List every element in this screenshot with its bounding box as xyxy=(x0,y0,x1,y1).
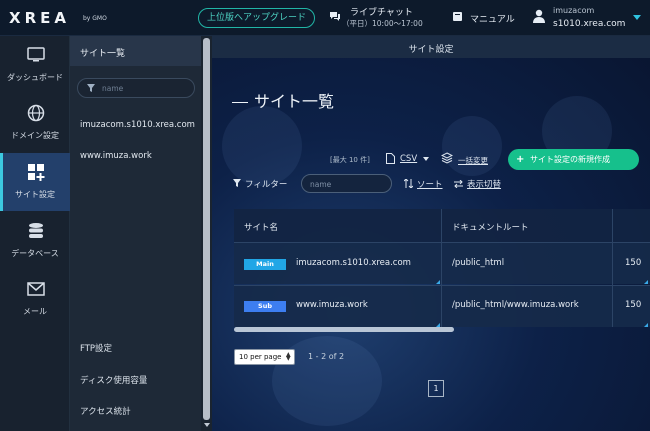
user-name[interactable]: imuzacom xyxy=(553,6,594,15)
docroot-cell: /public_html/www.imuza.work xyxy=(452,300,579,310)
database-icon xyxy=(29,223,43,238)
extra-cell: 150 xyxy=(625,258,642,268)
site-table: サイト名 ドキュメントルート Main imuzacom.s1010.xrea.… xyxy=(234,209,650,327)
main-bar-title: サイト設定 xyxy=(408,45,454,55)
page-title: サイト一覧 xyxy=(232,88,334,112)
grid-plus-icon xyxy=(28,164,45,181)
plus-icon: + xyxy=(516,154,525,165)
disk-usage-link[interactable]: ディスク使用容量 xyxy=(80,374,147,386)
chat-hours: （平日）10:00～17:00 xyxy=(342,19,423,28)
max-count-note: [最大 10 件] xyxy=(330,156,370,164)
csv-button[interactable]: CSV xyxy=(400,154,417,164)
user-server[interactable]: s1010.xrea.com xyxy=(553,19,625,29)
background-glow xyxy=(222,106,302,186)
manual-link[interactable]: マニュアル xyxy=(470,12,515,25)
subnav-title: サイト一覧 xyxy=(80,49,126,59)
table-header: サイト名 ドキュメントルート xyxy=(234,209,650,242)
book-icon[interactable] xyxy=(452,11,463,22)
page-number-button[interactable]: 1 xyxy=(428,380,444,397)
chevron-down-icon[interactable] xyxy=(423,157,429,161)
nav-item-database[interactable]: データベース xyxy=(0,212,70,270)
file-icon[interactable] xyxy=(386,153,395,164)
subnav-site-link[interactable]: www.imuza.work xyxy=(80,151,152,161)
filter-label: フィルター xyxy=(245,180,288,190)
nav-label: サイト設定 xyxy=(15,190,55,199)
nav-item-domain[interactable]: ドメイン設定 xyxy=(0,94,70,152)
table-row[interactable]: Main imuzacom.s1010.xrea.com /public_htm… xyxy=(234,242,650,284)
swap-icon[interactable] xyxy=(454,180,463,188)
monitor-icon xyxy=(27,47,45,62)
sub-badge: Sub xyxy=(244,301,286,312)
ftp-settings-link[interactable]: FTP設定 xyxy=(80,342,112,354)
table-row[interactable]: Sub www.imuza.work /public_html/www.imuz… xyxy=(234,285,650,327)
main-panel: サイト設定 サイト一覧 [最大 10 件] CSV 一括変更 + サイト設定の新… xyxy=(212,36,650,431)
bulk-edit-button[interactable]: 一括変更 xyxy=(458,155,488,166)
create-site-button[interactable]: + サイト設定の新規作成 xyxy=(508,149,639,170)
site-filter[interactable] xyxy=(301,174,392,193)
main-nav-rail: ダッシュボード ドメイン設定 サイト設定 データベース メール xyxy=(0,36,70,431)
main-title-bar: サイト設定 xyxy=(212,36,650,58)
create-site-label: サイト設定の新規作成 xyxy=(530,155,610,164)
sort-button[interactable]: ソート xyxy=(417,178,443,190)
corner-marker xyxy=(644,323,648,327)
site-name-cell[interactable]: www.imuza.work xyxy=(296,300,368,310)
mail-icon xyxy=(27,282,45,296)
chat-icon[interactable] xyxy=(329,11,341,21)
background-glow xyxy=(442,116,502,176)
site-filter-input[interactable] xyxy=(310,178,386,190)
nav-item-site[interactable]: サイト設定 xyxy=(0,153,70,211)
table-horizontal-scrollbar[interactable] xyxy=(234,327,454,332)
xrea-logo[interactable]: XREA xyxy=(9,9,70,27)
extra-cell: 150 xyxy=(625,300,642,310)
nav-item-mail[interactable]: メール xyxy=(0,270,70,328)
main-badge: Main xyxy=(244,259,286,270)
layers-icon[interactable] xyxy=(441,152,453,164)
scroll-thumb[interactable] xyxy=(203,38,210,420)
column-divider xyxy=(612,209,613,327)
column-divider xyxy=(441,209,442,327)
view-switch-button[interactable]: 表示切替 xyxy=(467,178,501,190)
corner-marker xyxy=(436,280,440,284)
nav-item-dashboard[interactable]: ダッシュボード xyxy=(0,36,70,94)
column-header-docroot[interactable]: ドキュメントルート xyxy=(452,221,529,233)
column-header-site-name[interactable]: サイト名 xyxy=(244,221,278,233)
upgrade-button[interactable]: 上位版へアップグレード xyxy=(198,8,315,28)
filter-icon xyxy=(233,179,241,187)
subnav-scrollbar[interactable] xyxy=(201,36,212,431)
top-header: XREA by GMO 上位版へアップグレード ライブチャット （平日）10:0… xyxy=(0,0,650,36)
access-stats-link[interactable]: アクセス統計 xyxy=(80,405,131,417)
per-page-value: 10 per page xyxy=(239,353,282,361)
subnav-filter-input[interactable] xyxy=(102,82,190,95)
nav-label: データベース xyxy=(11,249,59,258)
nav-label: ダッシュボード xyxy=(7,73,63,82)
subnav-filter[interactable] xyxy=(77,78,195,98)
filter-icon xyxy=(87,84,95,92)
site-subnav: サイト一覧 imuzacom.s1010.xrea.com www.imuza.… xyxy=(70,36,210,431)
result-range: 1 - 2 of 2 xyxy=(308,352,345,361)
updown-icon: ▲ ▼ xyxy=(286,351,291,362)
docroot-cell: /public_html xyxy=(452,258,505,268)
user-icon[interactable] xyxy=(533,9,545,23)
site-name-cell[interactable]: imuzacom.s1010.xrea.com xyxy=(296,258,411,268)
globe-icon xyxy=(27,104,45,122)
nav-label: メール xyxy=(23,307,47,316)
chevron-down-icon[interactable] xyxy=(633,15,641,20)
nav-label: ドメイン設定 xyxy=(11,131,59,140)
gmo-logo: by GMO xyxy=(83,15,107,22)
subnav-header[interactable]: サイト一覧 xyxy=(70,36,210,66)
sort-icon[interactable] xyxy=(404,179,413,188)
scroll-down-icon[interactable] xyxy=(204,423,210,427)
corner-marker xyxy=(644,280,648,284)
live-chat-link[interactable]: ライブチャット xyxy=(350,5,413,18)
per-page-select[interactable]: 10 per page ▲ ▼ xyxy=(234,349,295,365)
subnav-site-link[interactable]: imuzacom.s1010.xrea.com xyxy=(80,120,195,130)
